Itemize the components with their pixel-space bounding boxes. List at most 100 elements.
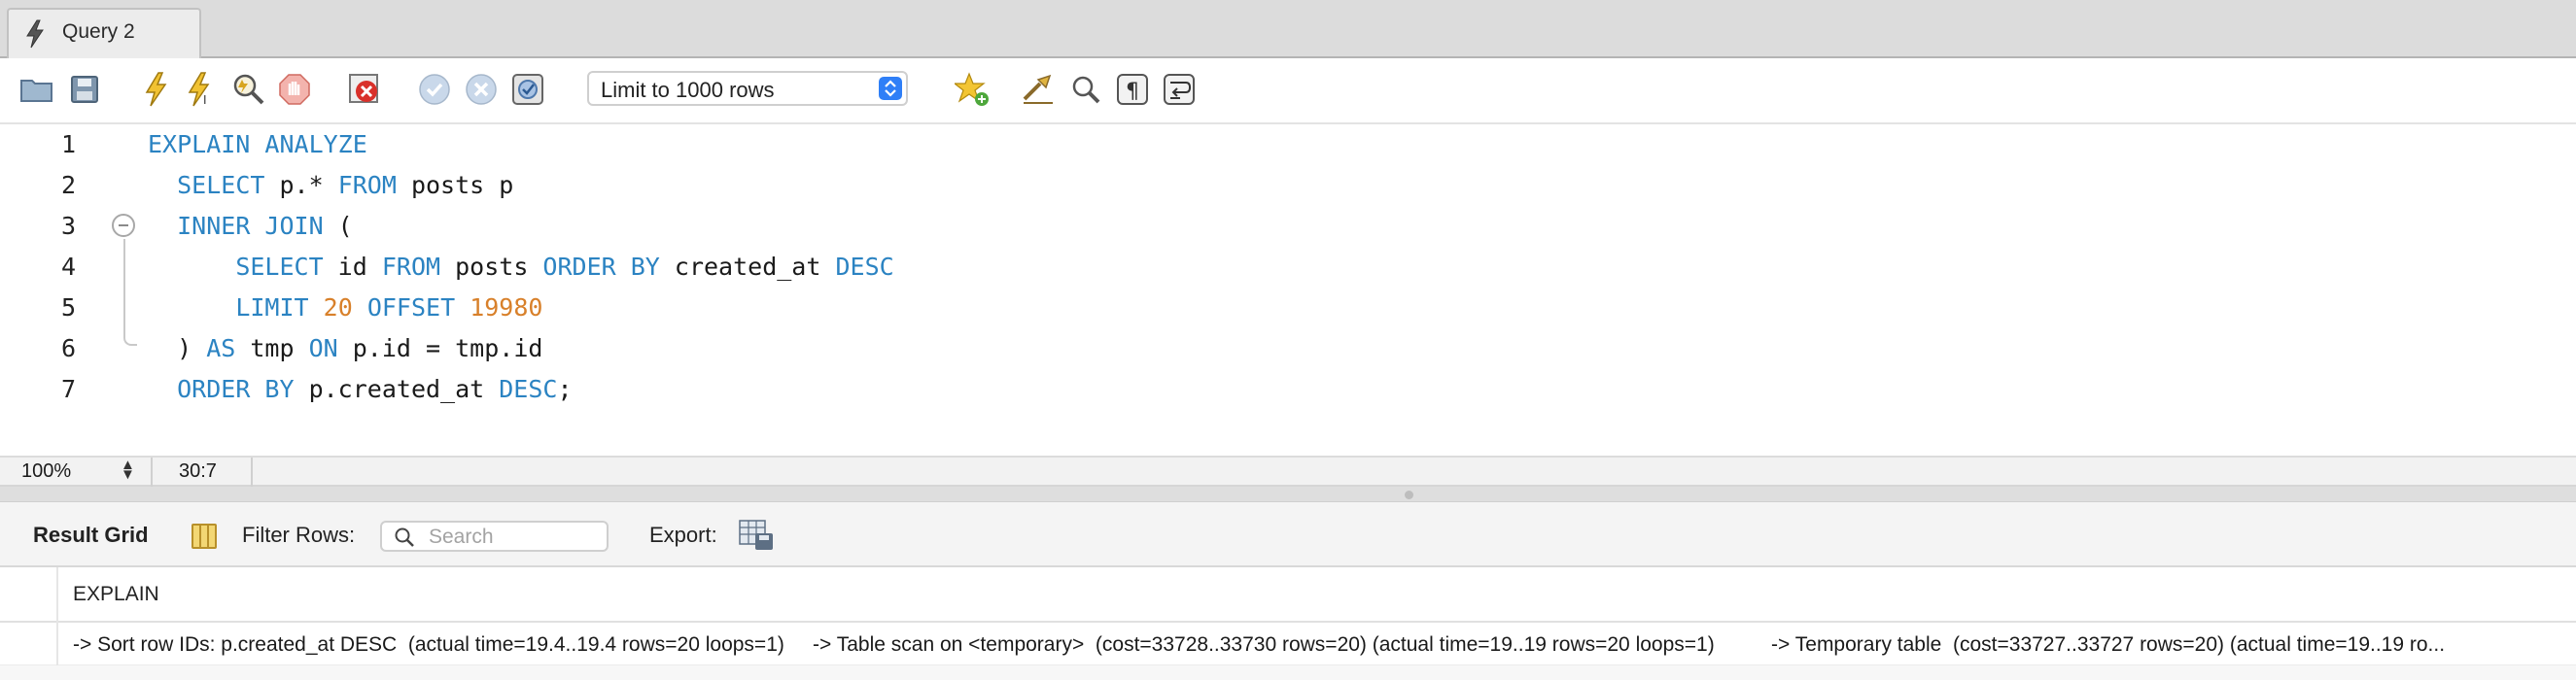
code-line: ) AS tmp ON p.id = tmp.id: [148, 334, 542, 362]
line-number: 2: [60, 171, 76, 199]
sql-text: p.created_at: [294, 375, 500, 403]
sql-keyword: AS: [206, 334, 236, 362]
sql-text: (: [323, 212, 353, 240]
table-row[interactable]: -> Sort row IDs: p.created_at DESC (actu…: [0, 623, 2576, 665]
sql-number: 19980: [470, 293, 543, 322]
sql-text: posts: [440, 253, 543, 281]
code-line: EXPLAIN ANALYZE: [148, 130, 367, 158]
open-folder-icon[interactable]: [17, 70, 56, 109]
explain-icon[interactable]: [229, 70, 268, 109]
svg-text:¶: ¶: [1126, 80, 1139, 104]
limit-rows-value: Limit to 1000 rows: [601, 78, 775, 102]
cursor-position-value: 30:7: [179, 460, 217, 482]
code-line: SELECT id FROM posts ORDER BY created_at…: [148, 253, 894, 281]
autocommit-icon[interactable]: [508, 70, 547, 109]
search-placeholder: Search: [429, 526, 494, 548]
sql-keyword: FROM: [381, 253, 441, 281]
tab-title: Query 2: [62, 20, 135, 43]
editor-toolbar: I Limit to 1000 rows ¶: [0, 58, 2576, 124]
code-line: INNER JOIN (: [148, 212, 353, 240]
filter-rows-label: Filter Rows:: [242, 523, 356, 547]
line-number: 1: [60, 130, 76, 158]
wrap-icon[interactable]: [1160, 70, 1199, 109]
line-number: 7: [60, 375, 76, 403]
panel-splitter[interactable]: [0, 487, 2576, 502]
zoom-value: 100%: [21, 460, 72, 482]
sql-text: p.*: [264, 171, 338, 199]
chevron-up-down-icon: [879, 77, 902, 100]
result-grid-label: Result Grid: [33, 523, 149, 547]
code-line: LIMIT 20 OFFSET 19980: [148, 293, 542, 322]
grid-view-icon[interactable]: [191, 524, 217, 549]
rollback-icon[interactable]: [462, 70, 501, 109]
table-cell-explain[interactable]: -> Sort row IDs: p.created_at DESC (actu…: [73, 633, 2445, 657]
result-toolbar: Result Grid Filter Rows: Search Export:: [0, 502, 2576, 567]
filter-search-input[interactable]: Search: [380, 521, 609, 552]
stepper-icon[interactable]: ▲ ▼: [121, 458, 135, 482]
editor-status-bar: 100% ▲ ▼ 30:7: [0, 456, 2576, 487]
sql-keyword: INNER JOIN: [177, 212, 324, 240]
sql-keyword: DESC: [835, 253, 894, 281]
find-icon[interactable]: [1066, 70, 1105, 109]
sql-text: posts p: [396, 171, 514, 199]
line-number: 4: [60, 253, 76, 281]
sql-text: p.id = tmp.id: [337, 334, 543, 362]
sql-text: ;: [557, 375, 573, 403]
line-number: 3: [60, 212, 76, 240]
zoom-control[interactable]: 100% ▲ ▼: [0, 458, 153, 487]
sql-keyword: FROM: [337, 171, 397, 199]
line-number: 6: [60, 334, 76, 362]
sql-editor[interactable]: 1 2 3 4 5 6 7 EXPLAIN ANALYZE SELECT p.*…: [0, 124, 2576, 456]
bookmark-icon[interactable]: [953, 70, 992, 109]
sql-keyword: ON: [308, 334, 338, 362]
sql-keyword: EXPLAIN ANALYZE: [148, 130, 367, 158]
column-header-explain[interactable]: EXPLAIN: [73, 583, 159, 606]
row-header[interactable]: [0, 623, 58, 665]
sql-text: ): [148, 334, 207, 362]
sql-keyword: DESC: [499, 375, 558, 403]
code-line: ORDER BY p.created_at DESC;: [148, 375, 573, 403]
cursor-position: 30:7: [153, 458, 253, 487]
sql-keyword: SELECT: [177, 171, 265, 199]
stop-icon[interactable]: [275, 70, 314, 109]
tab-query-2[interactable]: Query 2: [7, 8, 201, 59]
splitter-handle-icon[interactable]: [1405, 491, 1413, 499]
sql-text: created_at: [659, 253, 836, 281]
fold-toggle-icon[interactable]: [112, 214, 135, 237]
fold-guide: [123, 239, 137, 346]
line-number: 5: [60, 293, 76, 322]
svg-text:I: I: [203, 93, 207, 107]
lightning-icon: [26, 19, 44, 49]
save-icon[interactable]: [65, 70, 104, 109]
tab-bar: Query 2: [0, 0, 2576, 59]
grid-empty-area: [0, 665, 2576, 680]
invisible-chars-icon[interactable]: ¶: [1113, 70, 1152, 109]
sql-keyword: OFFSET: [366, 293, 456, 322]
search-icon: [395, 527, 414, 547]
sql-keyword: SELECT: [235, 253, 324, 281]
execute-current-icon[interactable]: I: [181, 70, 220, 109]
result-grid[interactable]: EXPLAIN -> Sort row IDs: p.created_at DE…: [0, 567, 2576, 680]
sql-text: tmp: [235, 334, 309, 362]
code-line: SELECT p.* FROM posts p: [148, 171, 513, 199]
sql-keyword: LIMIT: [235, 293, 309, 322]
export-label: Export:: [649, 523, 717, 547]
grid-header: EXPLAIN: [0, 567, 2576, 623]
row-header-corner: [0, 567, 58, 623]
export-icon[interactable]: [739, 520, 774, 551]
execute-icon[interactable]: [136, 70, 175, 109]
sql-keyword: ORDER BY: [542, 253, 660, 281]
commit-icon[interactable]: [415, 70, 454, 109]
limit-rows-select[interactable]: Limit to 1000 rows: [587, 71, 908, 106]
sql-number: 20: [323, 293, 353, 322]
beautify-icon[interactable]: [1019, 70, 1058, 109]
toggle-error-icon[interactable]: [345, 70, 384, 109]
